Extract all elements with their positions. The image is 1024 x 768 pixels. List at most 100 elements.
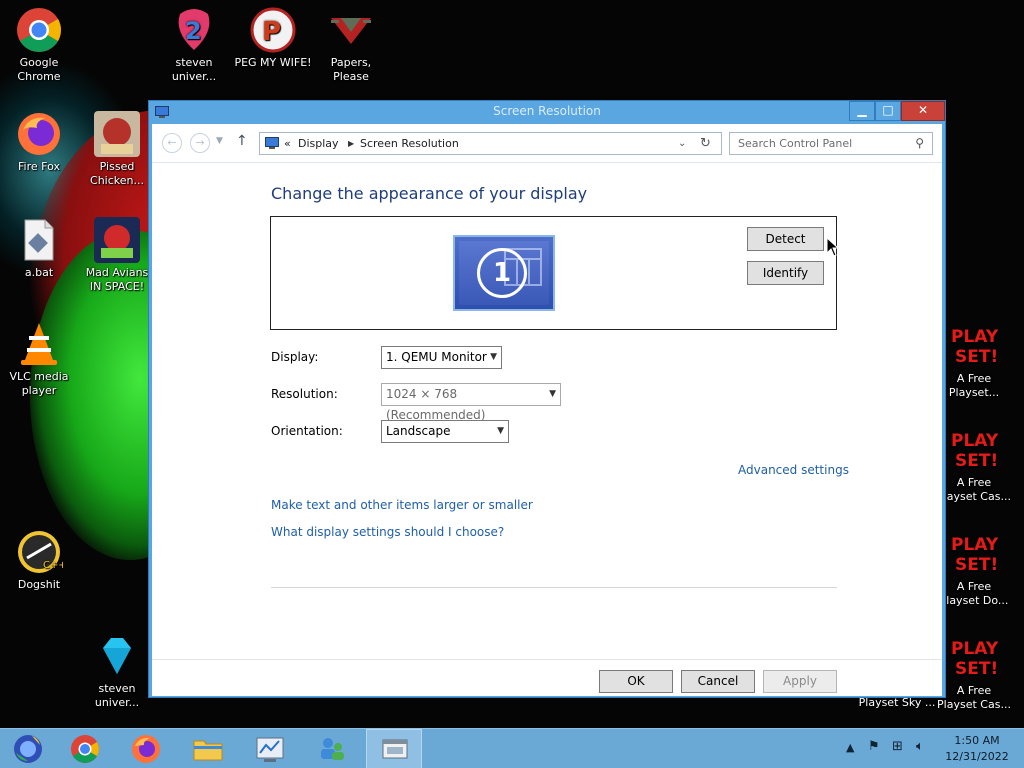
- back-arrow-icon: ←: [167, 136, 177, 149]
- desktop-icon-label: A Free Playset...: [948, 372, 1000, 399]
- batch-file-icon: [24, 219, 54, 261]
- svg-text:SET!: SET!: [955, 347, 998, 367]
- peggle-icon: P: [250, 7, 296, 53]
- apply-button[interactable]: Apply: [763, 670, 837, 693]
- screen-resolution-window: Screen Resolution ▁ □ ✕ ← → ▼ ↑ « Displa…: [148, 100, 946, 698]
- desktop-icon-steven-universe[interactable]: 2 steven univer...: [155, 6, 233, 84]
- vlc-icon: [21, 323, 57, 365]
- breadcrumb-screen-resolution[interactable]: Screen Resolution: [360, 133, 459, 154]
- minimize-icon: ▁: [857, 103, 867, 117]
- taskbar-control-panel[interactable]: [242, 729, 298, 768]
- start-button[interactable]: [0, 729, 56, 768]
- recent-locations-dropdown[interactable]: ▼: [216, 136, 223, 146]
- svg-text:SET!: SET!: [955, 555, 998, 575]
- svg-text:P: P: [262, 17, 281, 47]
- window-titlebar[interactable]: Screen Resolution ▁ □ ✕: [149, 101, 945, 123]
- orientation-select[interactable]: Landscape ▼: [381, 420, 509, 443]
- desktop-icon-label: Pissed Chicken...: [90, 160, 144, 187]
- text-size-link[interactable]: Make text and other items larger or smal…: [271, 498, 533, 512]
- desktop-icon-label: steven univer...: [171, 56, 217, 83]
- taskbar-file-explorer[interactable]: [180, 729, 236, 768]
- svg-text:PLAY: PLAY: [951, 327, 998, 347]
- desktop-icon-mad-avians[interactable]: Mad Avians IN SPACE!: [78, 216, 156, 294]
- desktop-icon-label: Dogshit: [17, 578, 61, 591]
- desktop-icon-label: Papers, Please: [330, 56, 372, 83]
- desktop-icon-free-playset-cas-2[interactable]: PLAY SET! A Free Playset Cas...: [935, 634, 1013, 712]
- desktop-icon-label: Playset Sky ...: [858, 696, 936, 709]
- minimize-button[interactable]: ▁: [849, 101, 875, 121]
- taskbar-network-users[interactable]: [304, 729, 360, 768]
- search-icon[interactable]: ⚲: [915, 133, 924, 154]
- action-center-flag-icon[interactable]: ⚑: [868, 739, 880, 754]
- breadcrumb-display[interactable]: Display: [298, 133, 339, 154]
- desktop-icon-a-bat[interactable]: a.bat: [0, 216, 78, 280]
- volume-icon[interactable]: 🔈︎: [916, 739, 924, 754]
- monitor-1-thumbnail[interactable]: 1: [453, 235, 555, 311]
- identify-button[interactable]: Identify: [747, 261, 824, 285]
- ok-button[interactable]: OK: [599, 670, 673, 693]
- papers-please-icon: [331, 18, 371, 44]
- desktop-icon-google-chrome[interactable]: Google Chrome: [0, 6, 78, 84]
- orientation-select-value: Landscape: [386, 424, 451, 438]
- section-divider: [271, 587, 837, 588]
- desktop-icon-free-playset-do[interactable]: PLAY SET! A Free Playset Do...: [935, 530, 1013, 608]
- display-select-value: 1. QEMU Monitor: [386, 350, 487, 364]
- resolution-label: Resolution:: [271, 387, 338, 401]
- desktop-icon-vlc[interactable]: VLC media player: [0, 320, 78, 398]
- control-panel-icon: [265, 137, 279, 149]
- display-select[interactable]: 1. QEMU Monitor ▼: [381, 346, 502, 369]
- desktop-icon-playset-sky[interactable]: Playset Sky ...: [858, 696, 936, 710]
- desktop-icon-label: Fire Fox: [18, 160, 60, 173]
- desktop-icon-dogshit[interactable]: C++ Dogshit: [0, 528, 78, 592]
- display-label: Display:: [271, 350, 319, 364]
- search-input[interactable]: Search Control Panel ⚲: [729, 132, 933, 155]
- desktop-icon-steven-universe-2[interactable]: steven univer...: [78, 632, 156, 710]
- desktop-icon-pissed-chicken[interactable]: Pissed Chicken...: [78, 110, 156, 188]
- chevron-down-icon: ▼: [216, 136, 223, 146]
- desktop-icon-label: a.bat: [24, 266, 54, 279]
- desktop-icon-peg-my-wife[interactable]: P PEG MY WIFE!: [234, 6, 312, 70]
- network-icon[interactable]: ⊞: [892, 739, 903, 754]
- breadcrumb-separator-icon[interactable]: ▶: [348, 133, 354, 154]
- up-arrow-icon: ↑: [236, 133, 248, 149]
- desktop-icon-papers-please[interactable]: Papers, Please: [312, 6, 390, 84]
- address-bar[interactable]: « Display ▶ Screen Resolution ⌄ ↻: [259, 132, 722, 155]
- desktop-icon-label: A Free Playset Cas...: [937, 684, 1011, 711]
- desktop-icon-firefox[interactable]: Fire Fox: [0, 110, 78, 174]
- taskbar-firefox[interactable]: [118, 729, 174, 768]
- address-dropdown-icon[interactable]: ⌄: [678, 133, 686, 154]
- desktop-icon-label: steven univer...: [94, 682, 140, 709]
- svg-text:PLAY: PLAY: [951, 431, 998, 451]
- navigation-bar: ← → ▼ ↑ « Display ▶ Screen Resolution ⌄ …: [152, 124, 942, 162]
- show-hidden-icons-icon[interactable]: ▲: [846, 741, 854, 754]
- detect-button[interactable]: Detect: [747, 227, 824, 251]
- playset-icon: PLAY SET!: [951, 639, 998, 679]
- back-button[interactable]: ←: [162, 133, 182, 153]
- display-window-icon: [382, 739, 408, 759]
- cancel-button[interactable]: Cancel: [681, 670, 755, 693]
- taskbar-chrome[interactable]: [57, 729, 113, 768]
- maximize-button[interactable]: □: [875, 101, 901, 121]
- advanced-settings-link[interactable]: Advanced settings: [738, 463, 849, 477]
- resolution-select[interactable]: 1024 × 768 (Recommended) ▼: [381, 383, 561, 422]
- close-button[interactable]: ✕: [901, 101, 945, 121]
- desktop-icon-free-playset-cas[interactable]: PLAY SET! A Free Playset Cas...: [935, 426, 1013, 504]
- orientation-label: Orientation:: [271, 424, 343, 438]
- system-clock[interactable]: 1:50 AM 12/31/2022: [936, 733, 1018, 765]
- breadcrumb-overflow[interactable]: «: [284, 133, 291, 154]
- footer-divider: [152, 659, 942, 660]
- window-title: Screen Resolution: [493, 104, 601, 118]
- desktop-icon-label: A Free Playset Cas...: [937, 476, 1011, 503]
- taskbar-screen-resolution[interactable]: [366, 729, 422, 768]
- desktop-icon-free-playset[interactable]: PLAY SET! A Free Playset...: [935, 322, 1013, 400]
- display-help-link[interactable]: What display settings should I choose?: [271, 525, 504, 539]
- up-button[interactable]: ↑: [236, 133, 248, 149]
- refresh-icon[interactable]: ↻: [700, 133, 711, 154]
- chevron-down-icon: ▼: [549, 389, 556, 399]
- svg-text:SET!: SET!: [955, 659, 998, 679]
- chrome-icon: [71, 735, 99, 763]
- users-network-icon: [321, 738, 344, 760]
- svg-text:C++: C++: [43, 560, 63, 571]
- forward-button[interactable]: →: [190, 133, 210, 153]
- page-title: Change the appearance of your display: [271, 184, 588, 203]
